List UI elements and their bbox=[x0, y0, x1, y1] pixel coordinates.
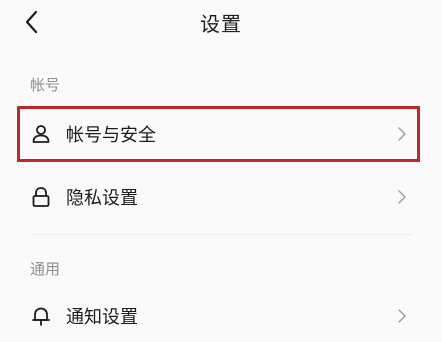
nav-bar: 设置 bbox=[0, 0, 442, 44]
chevron-right-icon bbox=[398, 190, 406, 204]
section-header-account: 帐号 bbox=[30, 76, 61, 94]
chevron-right-icon bbox=[398, 127, 406, 141]
account-security-item[interactable]: 帐号与安全 bbox=[17, 106, 420, 162]
notification-settings-label: 通知设置 bbox=[66, 307, 138, 328]
privacy-settings-label: 隐私设置 bbox=[66, 188, 138, 209]
lock-icon bbox=[32, 187, 50, 207]
notification-settings-item[interactable]: 通知设置 bbox=[20, 291, 417, 341]
chevron-right-icon bbox=[398, 309, 406, 323]
settings-page: 设置 帐号 帐号与安全 隐私设置 通用 通知设置 bbox=[0, 0, 442, 342]
section-header-general: 通用 bbox=[30, 260, 61, 278]
page-title: 设置 bbox=[200, 12, 242, 36]
section-divider bbox=[30, 234, 412, 235]
account-security-label: 帐号与安全 bbox=[66, 125, 156, 146]
bell-icon bbox=[32, 307, 50, 326]
person-icon bbox=[32, 125, 50, 143]
privacy-settings-item[interactable]: 隐私设置 bbox=[20, 172, 417, 222]
